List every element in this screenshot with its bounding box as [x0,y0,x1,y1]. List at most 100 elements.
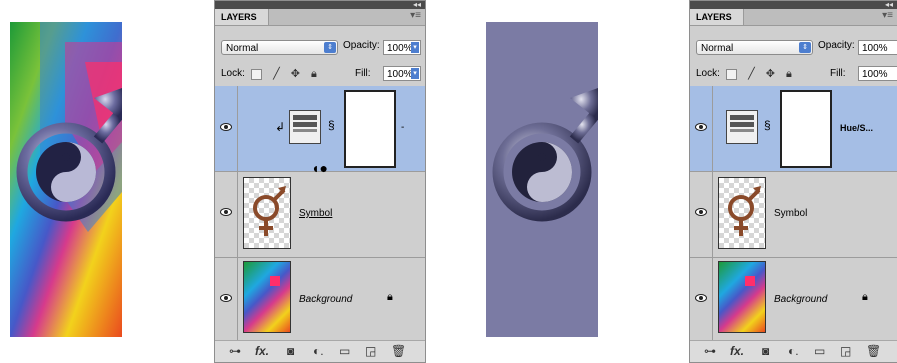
visibility-eye-icon[interactable] [220,207,234,221]
add-mask-icon[interactable]: ◙ [287,344,294,358]
panel-titlebar: ◂◂ [215,1,425,9]
lock-all-icon[interactable]: 🔒︎ [311,68,321,81]
divider [237,86,238,171]
lock-controls: ╱ ✥ 🔒︎ [251,67,321,81]
blend-row: Normal ⇕ Opacity: 100% [690,35,897,59]
lock-label: Lock: [221,68,245,79]
fx-icon[interactable]: fx. [730,344,744,358]
lock-icon: 🔒︎ [862,291,868,303]
panel-menu-icon[interactable]: ▾≡ [410,10,421,21]
fill-value: 100% [387,69,413,80]
layer-name: Hue/S... [840,123,874,133]
lock-move-icon[interactable]: ✥ [291,67,304,80]
blend-mode-select[interactable]: Normal ⇕ [221,40,338,55]
divider [712,86,713,171]
hue-saturation-icon [726,110,758,144]
layers-panel-right: ◂◂ LAYERS ▾≡ Normal ⇕ Opacity: 100% Lock… [689,0,897,363]
opacity-value: 100% [387,43,413,54]
lock-icon: 🔒︎ [387,291,393,303]
layer-name: Symbol [299,208,333,219]
panel-menu-icon[interactable]: ▾≡ [882,10,893,21]
layer-name: Background [299,294,353,305]
layer-mask-thumbnail[interactable] [344,90,396,168]
panel-footer: ⊶ fx. ◙ ◐. ▭ ◲ 🗑︎ [690,340,897,362]
group-icon[interactable]: ▭ [339,344,350,358]
layer-adjustment[interactable]: § Hue/S... [690,86,897,172]
collapse-icon[interactable]: ◂◂ [885,1,893,9]
background-thumbnail[interactable] [718,261,766,333]
fx-icon[interactable]: fx. [255,344,269,358]
lock-transparent-icon[interactable] [726,68,737,80]
collapse-icon[interactable]: ◂◂ [413,1,421,9]
visibility-eye-icon[interactable] [695,293,709,307]
opacity-field[interactable]: 100% [858,40,897,55]
fill-value: 100% [862,69,888,80]
trash-icon[interactable]: 🗑︎ [866,344,881,358]
opacity-field[interactable]: 100% ▾ [383,40,421,55]
hue-saturation-icon [289,110,321,144]
divider [712,171,713,257]
layer-background[interactable]: Background 🔒︎ [690,257,897,344]
symbol-thumbnail[interactable] [718,177,766,249]
lock-row: Lock: ╱ ✥ 🔒︎ Fill: 100% ▾ [215,62,425,84]
lock-label: Lock: [696,68,720,79]
blend-mode-select[interactable]: Normal ⇕ [696,40,813,55]
layer-adjustment[interactable]: ↲ § - ◖● [215,86,425,176]
chain-link-icon[interactable]: § [328,118,335,132]
lock-brush-icon[interactable]: ╱ [748,67,759,80]
link-layers-icon[interactable]: ⊶ [704,344,716,358]
adjustment-layer-icon[interactable]: ◐. [788,344,799,358]
fill-field[interactable]: 100% ▾ [383,66,421,81]
panel-footer: ⊶ fx. ◙ ◐. ▭ ◲ 🗑︎ [215,340,425,362]
add-mask-icon[interactable]: ◙ [762,344,769,358]
fill-label: Fill: [830,68,846,79]
fill-label: Fill: [355,68,371,79]
visibility-eye-icon[interactable] [220,293,234,307]
layer-mask-thumbnail[interactable] [780,90,832,168]
layers-panel-left: ◂◂ LAYERS ▾≡ Normal ⇕ Opacity: 100% ▾ Lo… [214,0,426,363]
clip-arrow-icon: ↲ [275,120,286,134]
artwork-hue-adjusted-preview [486,22,598,337]
lock-brush-icon[interactable]: ╱ [273,67,284,80]
adjustment-layer-icon[interactable]: ◐. [313,344,324,358]
lock-transparent-icon[interactable] [251,68,262,80]
new-layer-icon[interactable]: ◲ [840,344,851,358]
visibility-eye-icon[interactable] [695,122,709,136]
tab-layers[interactable]: LAYERS [215,9,269,25]
divider [237,257,238,343]
panel-titlebar: ◂◂ [690,1,897,9]
visibility-eye-icon[interactable] [220,122,234,136]
chain-link-icon[interactable]: § [764,118,771,132]
lock-move-icon[interactable]: ✥ [766,67,779,80]
layer-symbol[interactable]: Symbol [215,171,425,258]
divider [237,171,238,257]
fill-field[interactable]: 100% [858,66,897,81]
lock-all-icon[interactable]: 🔒︎ [786,68,796,81]
fill-dropdown-icon[interactable]: ▾ [411,68,419,79]
divider [712,257,713,343]
visibility-eye-icon[interactable] [695,207,709,221]
opacity-label: Opacity: [818,40,855,51]
link-layers-icon[interactable]: ⊶ [229,344,241,358]
lock-controls: ╱ ✥ 🔒︎ [726,67,796,81]
blend-row: Normal ⇕ Opacity: 100% ▾ [215,35,425,59]
blend-mode-value: Normal [226,43,259,54]
layer-name: - [401,122,405,133]
new-layer-icon[interactable]: ◲ [365,344,376,358]
select-arrow-icon: ⇕ [799,42,811,53]
trash-icon[interactable]: 🗑︎ [391,344,406,358]
opacity-dropdown-icon[interactable]: ▾ [411,42,419,53]
layer-name: Background [774,294,828,305]
tab-row: LAYERS ▾≡ [215,9,425,26]
group-icon[interactable]: ▭ [814,344,825,358]
symbol-thumbnail[interactable] [243,177,291,249]
layer-name: Symbol [774,208,808,219]
layer-background[interactable]: Background 🔒︎ [215,257,425,344]
tab-row: LAYERS ▾≡ [690,9,897,26]
opacity-value: 100% [862,43,888,54]
background-thumbnail[interactable] [243,261,291,333]
layer-symbol[interactable]: Symbol [690,171,897,258]
artwork-rainbow-preview [10,22,122,337]
tab-layers[interactable]: LAYERS [690,9,744,25]
opacity-label: Opacity: [343,40,380,51]
